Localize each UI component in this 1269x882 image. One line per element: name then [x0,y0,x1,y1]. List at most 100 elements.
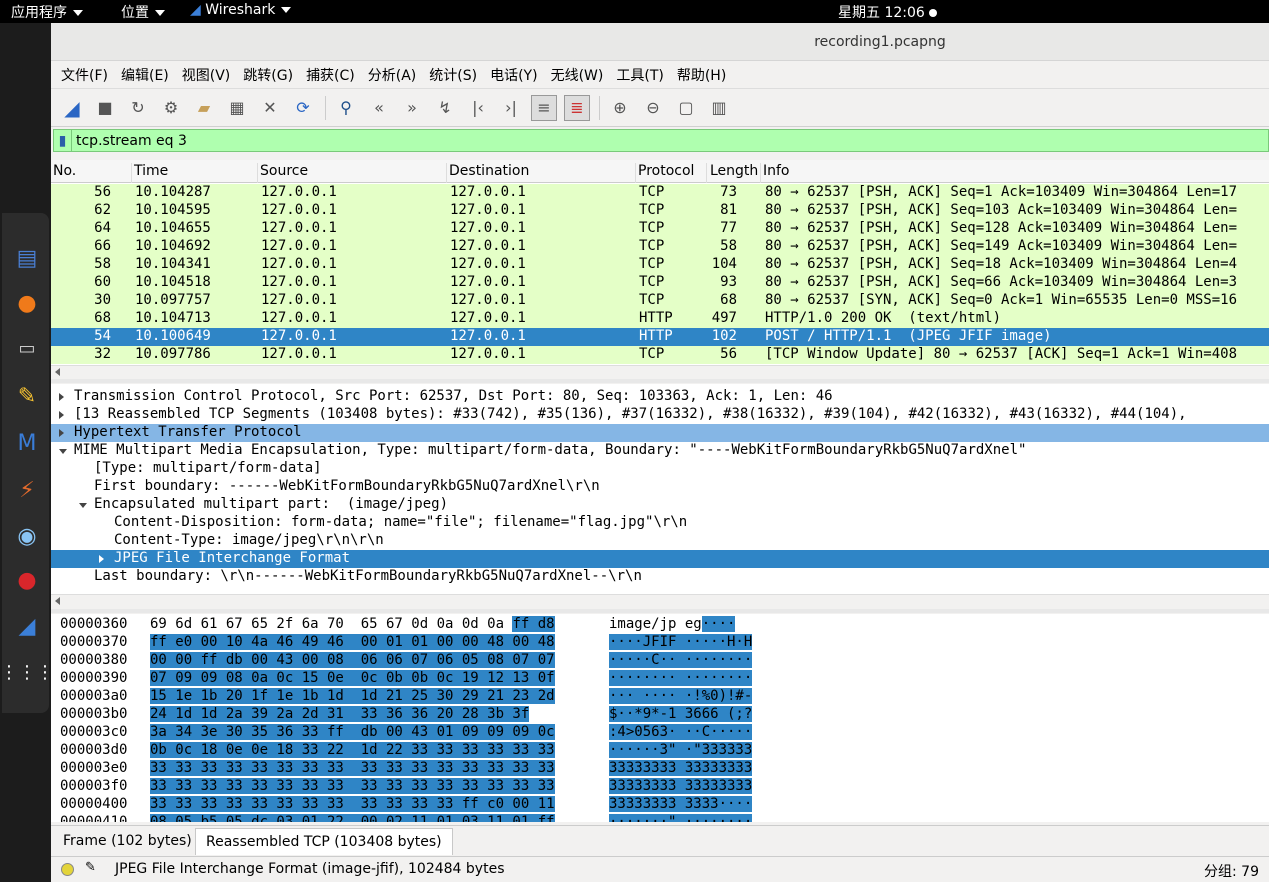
wireshark-icon[interactable]: ◢ [12,611,42,641]
menu-statistics[interactable]: 统计(S) [429,65,477,85]
reload-file-icon[interactable]: ⟳ [290,95,316,121]
clock[interactable]: 星期五 12:06 [838,2,937,22]
zoom-out-icon[interactable]: ⊖ [640,95,666,121]
terminal-icon[interactable]: ▭ [12,333,42,363]
file-manager-icon[interactable]: ▤ [12,243,42,273]
detail-row[interactable]: [Type: multipart/form-data] [51,460,1269,478]
display-filter-input[interactable]: ▮ tcp.stream eq 3 [53,129,1269,152]
packet-row[interactable]: 66 10.104692 127.0.0.1 127.0.0.1 TCP 58 80 → 6… [51,238,1269,256]
start-capture-icon[interactable]: ◢ [59,95,85,121]
bytes-ascii[interactable]: ··· ···· ·!%0)!#- [609,688,753,704]
bytes-hex[interactable]: 33 33 33 33 33 33 33 33 33 33 33 33 33 3… [150,760,555,776]
packet-row[interactable]: 56 10.104287 127.0.0.1 127.0.0.1 TCP 73 80 → 6… [51,184,1269,202]
colorize-icon[interactable]: ≣ [564,94,590,121]
col-destination[interactable]: Destination [449,163,636,183]
bytes-ascii[interactable]: ······3" ·"333333 [609,742,753,758]
menu-help[interactable]: 帮助(H) [677,65,726,85]
capture-options-icon[interactable]: ⚙ [158,95,184,121]
menu-wireless[interactable]: 无线(W) [551,65,604,85]
bytes-ascii[interactable]: ········ ········ [609,670,753,686]
metasploit-icon[interactable]: M [12,428,42,458]
detail-row[interactable]: MIME Multipart Media Encapsulation, Type… [51,442,1269,460]
expand-arrow-icon[interactable] [59,411,64,419]
packet-row[interactable]: 64 10.104655 127.0.0.1 127.0.0.1 TCP 77 80 → 6… [51,220,1269,238]
packet-row[interactable]: 30 10.097757 127.0.0.1 127.0.0.1 TCP 68 80 → 6… [51,292,1269,310]
bytes-hex[interactable]: 08 05 b5 05 dc 03 01 22 00 02 11 01 03 1… [150,814,555,822]
packet-row[interactable]: 62 10.104595 127.0.0.1 127.0.0.1 TCP 81 80 → 6… [51,202,1269,220]
bytes-hex[interactable]: 24 1d 1d 2a 39 2a 2d 31 33 36 36 20 28 3… [150,706,530,722]
tab-frame[interactable]: Frame (102 bytes) [53,828,202,855]
bytes-hex[interactable]: 33 33 33 33 33 33 33 33 33 33 33 33 33 3… [150,778,555,794]
bytes-ascii[interactable]: ·····C·· ········ [609,652,753,668]
bytes-hex[interactable]: 69 6d 61 67 65 2f 6a 70 65 67 0d 0a 0d 0… [150,616,555,632]
pane-splitter[interactable] [51,379,1269,383]
find-packet-icon[interactable]: ⚲ [333,95,359,121]
detail-row[interactable]: JPEG File Interchange Format [51,550,1269,568]
bookmark-icon[interactable]: ▮ [54,130,72,151]
eye-icon[interactable]: ◉ [12,521,42,551]
packet-row[interactable]: 58 10.104341 127.0.0.1 127.0.0.1 TCP 104 80 → … [51,256,1269,274]
packet-row[interactable]: 68 10.104713 127.0.0.1 127.0.0.1 HTTP 497 HTTP… [51,310,1269,328]
bytes-ascii[interactable]: ·······" ········ [609,814,753,822]
col-source[interactable]: Source [260,163,447,183]
menu-capture[interactable]: 捕获(C) [306,65,355,85]
col-info[interactable]: Info [763,163,1263,183]
menu-tools[interactable]: 工具(T) [616,65,663,85]
restart-capture-icon[interactable]: ↻ [125,95,151,121]
detail-row[interactable]: Content-Disposition: form-data; name="fi… [51,514,1269,532]
bytes-hex[interactable]: 00 00 ff db 00 43 00 08 06 06 07 06 05 0… [150,652,555,668]
go-forward-icon[interactable]: » [399,95,425,121]
resize-columns-icon[interactable]: ▥ [706,95,732,121]
bytes-hex[interactable]: 33 33 33 33 33 33 33 33 33 33 33 33 ff c… [150,796,555,812]
places-menu[interactable]: 位置 [121,2,165,22]
expand-arrow-icon[interactable] [99,555,104,563]
detail-row[interactable]: [13 Reassembled TCP Segments (103408 byt… [51,406,1269,424]
detail-row[interactable]: Transmission Control Protocol, Src Port:… [51,388,1269,406]
normal-size-icon[interactable]: ▢ [673,95,699,121]
open-file-icon[interactable]: ▰ [191,95,217,121]
bytes-hex[interactable]: 3a 34 3e 30 35 36 33 ff db 00 43 01 09 0… [150,724,555,740]
zoom-in-icon[interactable]: ⊕ [607,95,633,121]
detail-row[interactable]: Hypertext Transfer Protocol [51,424,1269,442]
save-file-icon[interactable]: ▦ [224,95,250,121]
menu-view[interactable]: 视图(V) [182,65,231,85]
menu-telephony[interactable]: 电话(Y) [490,65,537,85]
detail-row[interactable]: Last boundary: \r\n------WebKitFormBound… [51,568,1269,586]
bytes-ascii[interactable]: image/jp eg···· [609,616,736,632]
bytes-hex[interactable]: ff e0 00 10 4a 46 49 46 00 01 01 00 00 4… [150,634,555,650]
go-to-packet-icon[interactable]: ↯ [432,95,458,121]
col-length[interactable]: Length [710,163,761,183]
expand-arrow-icon[interactable] [59,429,64,437]
bytes-ascii[interactable]: $··*9*-1 3666 (;? [609,706,753,722]
menu-edit[interactable]: 编辑(E) [121,65,169,85]
cherrytree-icon[interactable]: ● [12,565,42,595]
packet-list-hscrollbar[interactable] [51,365,1269,378]
close-file-icon[interactable]: ✕ [257,95,283,121]
text-editor-icon[interactable]: ✎ [12,381,42,411]
bytes-hex[interactable]: 0b 0c 18 0e 0e 18 33 22 1d 22 33 33 33 3… [150,742,555,758]
bytes-hex[interactable]: 07 09 09 08 0a 0c 15 0e 0c 0b 0b 0c 19 1… [150,670,555,686]
col-no[interactable]: No. [53,163,132,183]
menu-go[interactable]: 跳转(G) [243,65,293,85]
firefox-icon[interactable]: ● [12,288,42,318]
detail-row[interactable]: Content-Type: image/jpeg\r\n\r\n [51,532,1269,550]
last-packet-icon[interactable]: ›| [498,95,524,121]
first-packet-icon[interactable]: |‹ [465,95,491,121]
bytes-ascii[interactable]: 33333333 33333333 [609,778,753,794]
collapse-arrow-icon[interactable] [59,449,67,454]
tab-reassembled-tcp[interactable]: Reassembled TCP (103408 bytes) [195,828,453,855]
app-menu[interactable]: ◢ Wireshark [190,2,292,18]
expert-info-icon[interactable] [61,863,74,876]
col-time[interactable]: Time [134,163,258,183]
menu-file[interactable]: 文件(F) [61,65,108,85]
collapse-arrow-icon[interactable] [79,503,87,508]
pane-splitter[interactable] [51,609,1269,613]
col-protocol[interactable]: Protocol [638,163,707,183]
show-apps-icon[interactable]: ⋮⋮⋮ [0,657,54,687]
bytes-ascii[interactable]: :4>0563· ··C····· [609,724,753,740]
detail-row[interactable]: Encapsulated multipart part: (image/jpeg… [51,496,1269,514]
burpsuite-icon[interactable]: ⚡ [12,475,42,505]
applications-menu[interactable]: 应用程序 [11,2,83,22]
packet-row[interactable]: 54 10.100649 127.0.0.1 127.0.0.1 HTTP 102 POST… [51,328,1269,346]
detail-row[interactable]: First boundary: ------WebKitFormBoundary… [51,478,1269,496]
